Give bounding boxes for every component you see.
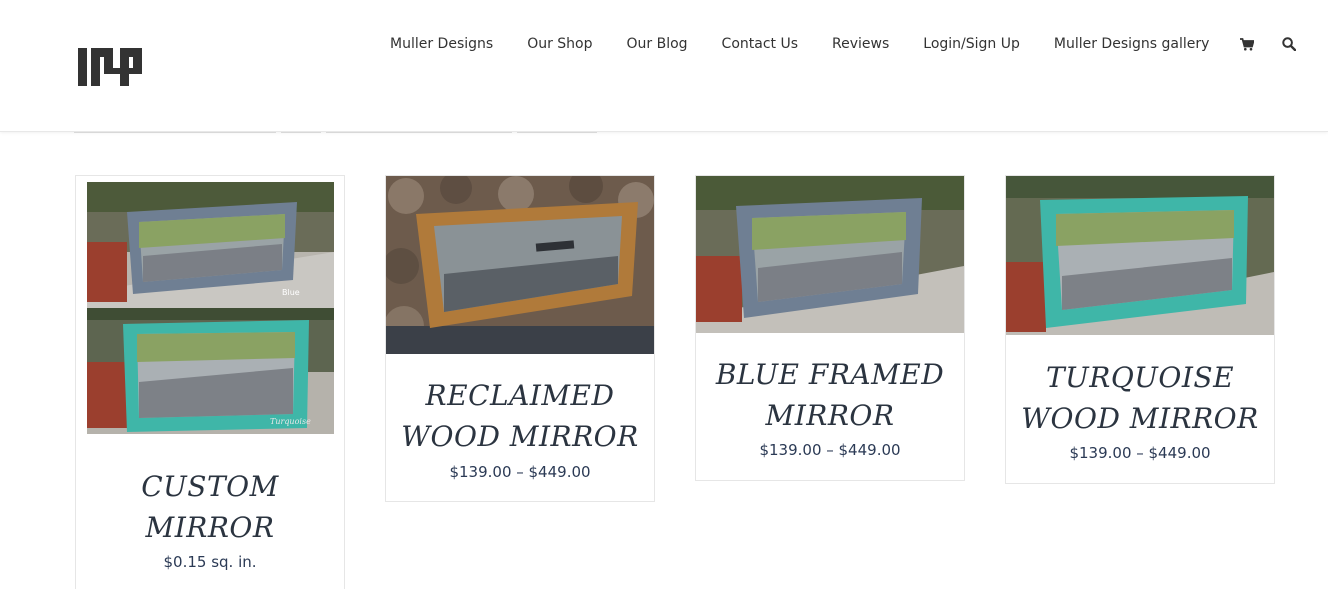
site-logo[interactable] — [78, 44, 142, 86]
product-price: $139.00 – $449.00 — [449, 463, 591, 481]
nav-our-shop[interactable]: Our Shop — [510, 34, 609, 54]
filter-bar-segment — [326, 128, 512, 133]
product-title-line-2: WOOD MIRROR — [1021, 402, 1259, 435]
filter-bar-segment — [517, 128, 597, 133]
nav-muller-designs[interactable]: Muller Designs — [373, 34, 510, 54]
product-title-line-1: CUSTOM — [141, 470, 279, 503]
search-icon — [1282, 37, 1297, 51]
product-price: $139.00 – $449.00 — [1069, 444, 1211, 462]
product-card[interactable]: TURQUOISE WOOD MIRROR $139.00 – $449.00 — [1005, 175, 1275, 484]
product-title-line-1: TURQUOISE — [1045, 361, 1235, 394]
product-image[interactable] — [386, 176, 654, 354]
product-card[interactable]: BLUE FRAMED MIRROR $139.00 – $449.00 — [695, 175, 965, 481]
product-image[interactable] — [696, 176, 964, 333]
logo-mark-icon — [78, 48, 142, 86]
cart-button[interactable] — [1226, 34, 1268, 54]
product-price: $139.00 – $449.00 — [759, 441, 901, 459]
image-label-blue: Blue — [282, 288, 300, 297]
main-nav: Muller Designs Our Shop Our Blog Contact… — [373, 34, 1310, 54]
turquoise-wood-mirror-photo — [1006, 176, 1274, 335]
product-card[interactable]: RECLAIMED WOOD MIRROR $139.00 – $449.00 — [385, 175, 655, 502]
nav-reviews[interactable]: Reviews — [815, 34, 906, 54]
image-label-turquoise: Turquoise — [270, 417, 311, 426]
product-title-line-1: RECLAIMED — [425, 379, 615, 412]
reclaimed-wood-mirror-photo — [386, 176, 654, 354]
product-title[interactable]: RECLAIMED WOOD MIRROR — [386, 375, 654, 457]
product-card[interactable]: Blue Turquoise CUSTOM MIRROR $0.15 sq. i… — [75, 175, 345, 589]
product-title-line-1: BLUE FRAMED — [715, 358, 945, 391]
product-image[interactable] — [1006, 176, 1274, 335]
nav-contact-us[interactable]: Contact Us — [705, 34, 815, 54]
shopping-cart-icon — [1240, 37, 1255, 50]
custom-mirror-photo: Blue Turquoise — [87, 182, 334, 434]
product-title[interactable]: BLUE FRAMED MIRROR — [696, 354, 964, 436]
product-image[interactable]: Blue Turquoise — [87, 182, 334, 434]
nav-login-signup[interactable]: Login/Sign Up — [906, 34, 1037, 54]
nav-gallery[interactable]: Muller Designs gallery — [1037, 34, 1227, 54]
product-title-line-2: WOOD MIRROR — [401, 420, 639, 453]
filter-bar-segment — [74, 128, 276, 133]
filter-bar-segment — [281, 128, 321, 133]
blue-framed-mirror-photo — [696, 176, 964, 333]
nav-our-blog[interactable]: Our Blog — [610, 34, 705, 54]
product-title-line-2: MIRROR — [765, 399, 895, 432]
product-title[interactable]: TURQUOISE WOOD MIRROR — [1006, 357, 1274, 439]
search-button[interactable] — [1268, 34, 1310, 54]
product-title-line-2: MIRROR — [145, 511, 275, 544]
product-title[interactable]: CUSTOM MIRROR — [76, 466, 344, 548]
site-header: Muller Designs Our Shop Our Blog Contact… — [0, 0, 1328, 132]
product-price: $0.15 sq. in. — [163, 553, 257, 571]
